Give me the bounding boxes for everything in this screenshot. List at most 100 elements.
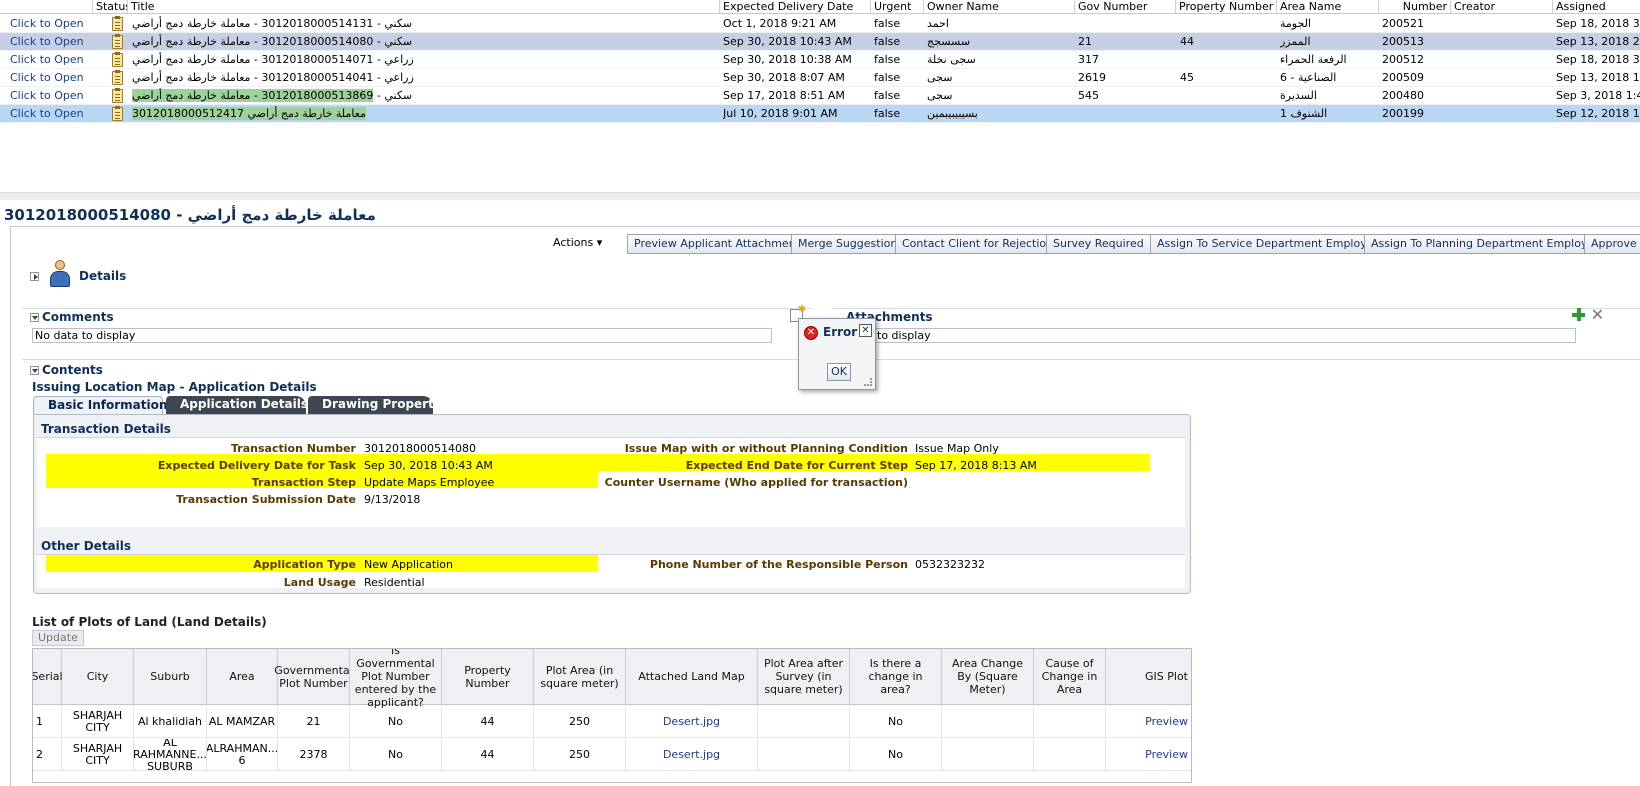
task-row[interactable]: Click to Open 3012018000512417 معاملة خا… — [0, 105, 1640, 123]
land-map-link[interactable]: Desert.jpg — [626, 739, 758, 771]
column-assigned[interactable]: Assigned — [1552, 0, 1640, 14]
serial-cell: 2 — [33, 739, 62, 771]
title-arabic: معاملة خارطة دمج أراضي — [132, 53, 251, 66]
column-gov-number[interactable]: Gov Number — [1074, 0, 1175, 14]
survey-required-button[interactable]: Survey Required — [1046, 234, 1151, 254]
task-number: 200512 — [1382, 53, 1424, 66]
open-link[interactable]: Click to Open — [10, 51, 84, 69]
delete-icon[interactable]: ✕ — [1590, 307, 1605, 323]
land-usage-value: Residential — [364, 576, 425, 589]
entered-by-applicant-cell: No — [350, 706, 442, 738]
task-date: Sep 30, 2018 10:38 AM — [723, 53, 852, 66]
area-change-cell: No — [850, 706, 942, 738]
open-link[interactable]: Click to Open — [10, 15, 84, 33]
task-title: معاملة خارطة دمج أراضي - 301201800051413… — [132, 17, 413, 30]
task-owner: سسسجج — [927, 35, 971, 48]
collapse-icon[interactable] — [30, 313, 39, 322]
comments-header[interactable]: Comments — [30, 309, 114, 325]
error-icon: ✕ — [804, 326, 818, 340]
clipboard-icon — [112, 34, 123, 49]
field-label: Counter Username (Who applied for transa… — [604, 476, 908, 489]
expected-delivery-value: Sep 30, 2018 10:43 AM — [364, 459, 493, 472]
expand-icon[interactable] — [30, 272, 39, 281]
open-link[interactable]: Click to Open — [10, 69, 84, 87]
column-header[interactable]: Area Change By (Square Meter) — [942, 649, 1034, 705]
phone-number-value: 0532323232 — [915, 558, 985, 571]
gis-preview-link[interactable]: Preview — [1106, 706, 1191, 738]
field-label: Transaction Submission Date — [176, 493, 356, 506]
assign-service-button[interactable]: Assign To Service Department Employee — [1150, 234, 1388, 254]
task-row[interactable]: Click to Open معاملة خارطة دمج أراضي - 3… — [0, 87, 1640, 105]
assign-planning-button[interactable]: Assign To Planning Department Employee — [1364, 234, 1608, 254]
task-number: 200199 — [1382, 107, 1424, 120]
issue-map-value: Issue Map Only — [915, 442, 999, 455]
task-prop: 45 — [1180, 71, 1194, 84]
contents-header[interactable]: Contents — [30, 362, 103, 378]
details-header[interactable] — [30, 268, 42, 284]
actions-label: Actions — [553, 236, 594, 249]
contents-label: Contents — [42, 363, 103, 377]
column-header[interactable]: GIS Plot — [1106, 649, 1191, 705]
column-header[interactable]: Area — [207, 649, 278, 705]
area-after-survey-cell — [758, 739, 850, 771]
open-link[interactable]: Click to Open — [10, 33, 84, 51]
preview-attachments-button[interactable]: Preview Applicant Attachments — [627, 234, 813, 254]
column-header[interactable]: City — [62, 649, 134, 705]
plots-table: Serial City Suburb Area Governmental Plo… — [32, 648, 1192, 783]
column-header[interactable]: Property Number — [442, 649, 534, 705]
title-number: 3012018000514080 — [261, 35, 374, 48]
collapse-icon[interactable] — [30, 366, 39, 375]
actions-menu[interactable]: Actions ▾ — [553, 236, 602, 249]
task-owner: بسيبيبيبمين — [927, 107, 978, 120]
column-header[interactable]: Governmental Plot Number — [274, 649, 353, 705]
contact-client-button[interactable]: Contact Client for Rejection — [895, 234, 1061, 254]
column-header[interactable]: Plot Area (in square meter) — [534, 649, 626, 705]
close-icon[interactable]: ✕ — [859, 324, 872, 337]
suburb-cell: AL RAHMANNE... SUBURB — [134, 739, 207, 771]
column-area-name[interactable]: Area Name — [1276, 0, 1378, 14]
splitter[interactable] — [0, 192, 1640, 200]
gis-preview-link[interactable]: Preview — [1106, 739, 1191, 771]
attachments-table: to display — [830, 328, 1576, 343]
column-status[interactable]: Status — [92, 0, 127, 14]
open-link[interactable]: Click to Open — [10, 105, 84, 123]
column-header[interactable]: Is there a change in area? — [850, 649, 942, 705]
task-title: معاملة خارطة دمج أراضي - 301201800051407… — [132, 53, 414, 66]
update-button[interactable]: Update — [32, 630, 84, 646]
title-usage: سكني — [384, 17, 413, 30]
column-header[interactable]: Suburb — [134, 649, 207, 705]
field-label: Phone Number of the Responsible Person — [649, 558, 908, 571]
task-row[interactable]: Click to Open معاملة خارطة دمج أراضي - 3… — [0, 69, 1640, 87]
ok-button[interactable]: OK — [827, 363, 851, 381]
approve-button[interactable]: Approve — [1584, 234, 1640, 254]
column-urgent[interactable]: Urgent — [870, 0, 923, 14]
column-header[interactable]: Cause of Change in Area — [1034, 649, 1106, 705]
column-expected-delivery-date[interactable]: Expected Delivery Date — [719, 0, 870, 14]
user-icon — [49, 260, 71, 288]
task-row[interactable]: Click to Open معاملة خارطة دمج أراضي - 3… — [0, 51, 1640, 69]
title-usage: سكني — [384, 35, 413, 48]
column-header[interactable]: Serial — [33, 649, 63, 705]
tab-basic-information[interactable]: Basic Information — [33, 396, 167, 414]
tab-application-details[interactable]: Application Details — [166, 396, 308, 414]
land-map-link[interactable]: Desert.jpg — [626, 706, 758, 738]
column-number[interactable]: Number — [1378, 0, 1450, 14]
task-row[interactable]: Click to Open معاملة خارطة دمج أراضي - 3… — [0, 33, 1640, 51]
task-area: الممزر — [1280, 35, 1311, 48]
column-title[interactable]: Title — [127, 0, 719, 14]
task-row[interactable]: Click to Open معاملة خارطة دمج أراضي - 3… — [0, 15, 1640, 33]
merge-suggestion-button[interactable]: Merge Suggestion — [791, 234, 905, 254]
open-link[interactable]: Click to Open — [10, 87, 84, 105]
column-property-number[interactable]: Property Number — [1175, 0, 1276, 14]
column-creator[interactable]: Creator — [1450, 0, 1552, 14]
tab-drawing-properties[interactable]: Drawing Properties — [308, 396, 453, 414]
comments-table: No data to display — [32, 328, 772, 343]
column-owner-name[interactable]: Owner Name — [923, 0, 1074, 14]
resize-grip-icon[interactable] — [864, 378, 872, 386]
task-date: Sep 30, 2018 8:07 AM — [723, 71, 845, 84]
plot-area-cell: 250 — [534, 706, 626, 738]
column-header[interactable]: Attached Land Map — [626, 649, 758, 705]
add-icon[interactable] — [1572, 308, 1585, 321]
column-header[interactable]: Is Governmental Plot Number entered by t… — [350, 649, 442, 709]
column-header[interactable]: Plot Area after Survey (in square meter) — [758, 649, 850, 705]
